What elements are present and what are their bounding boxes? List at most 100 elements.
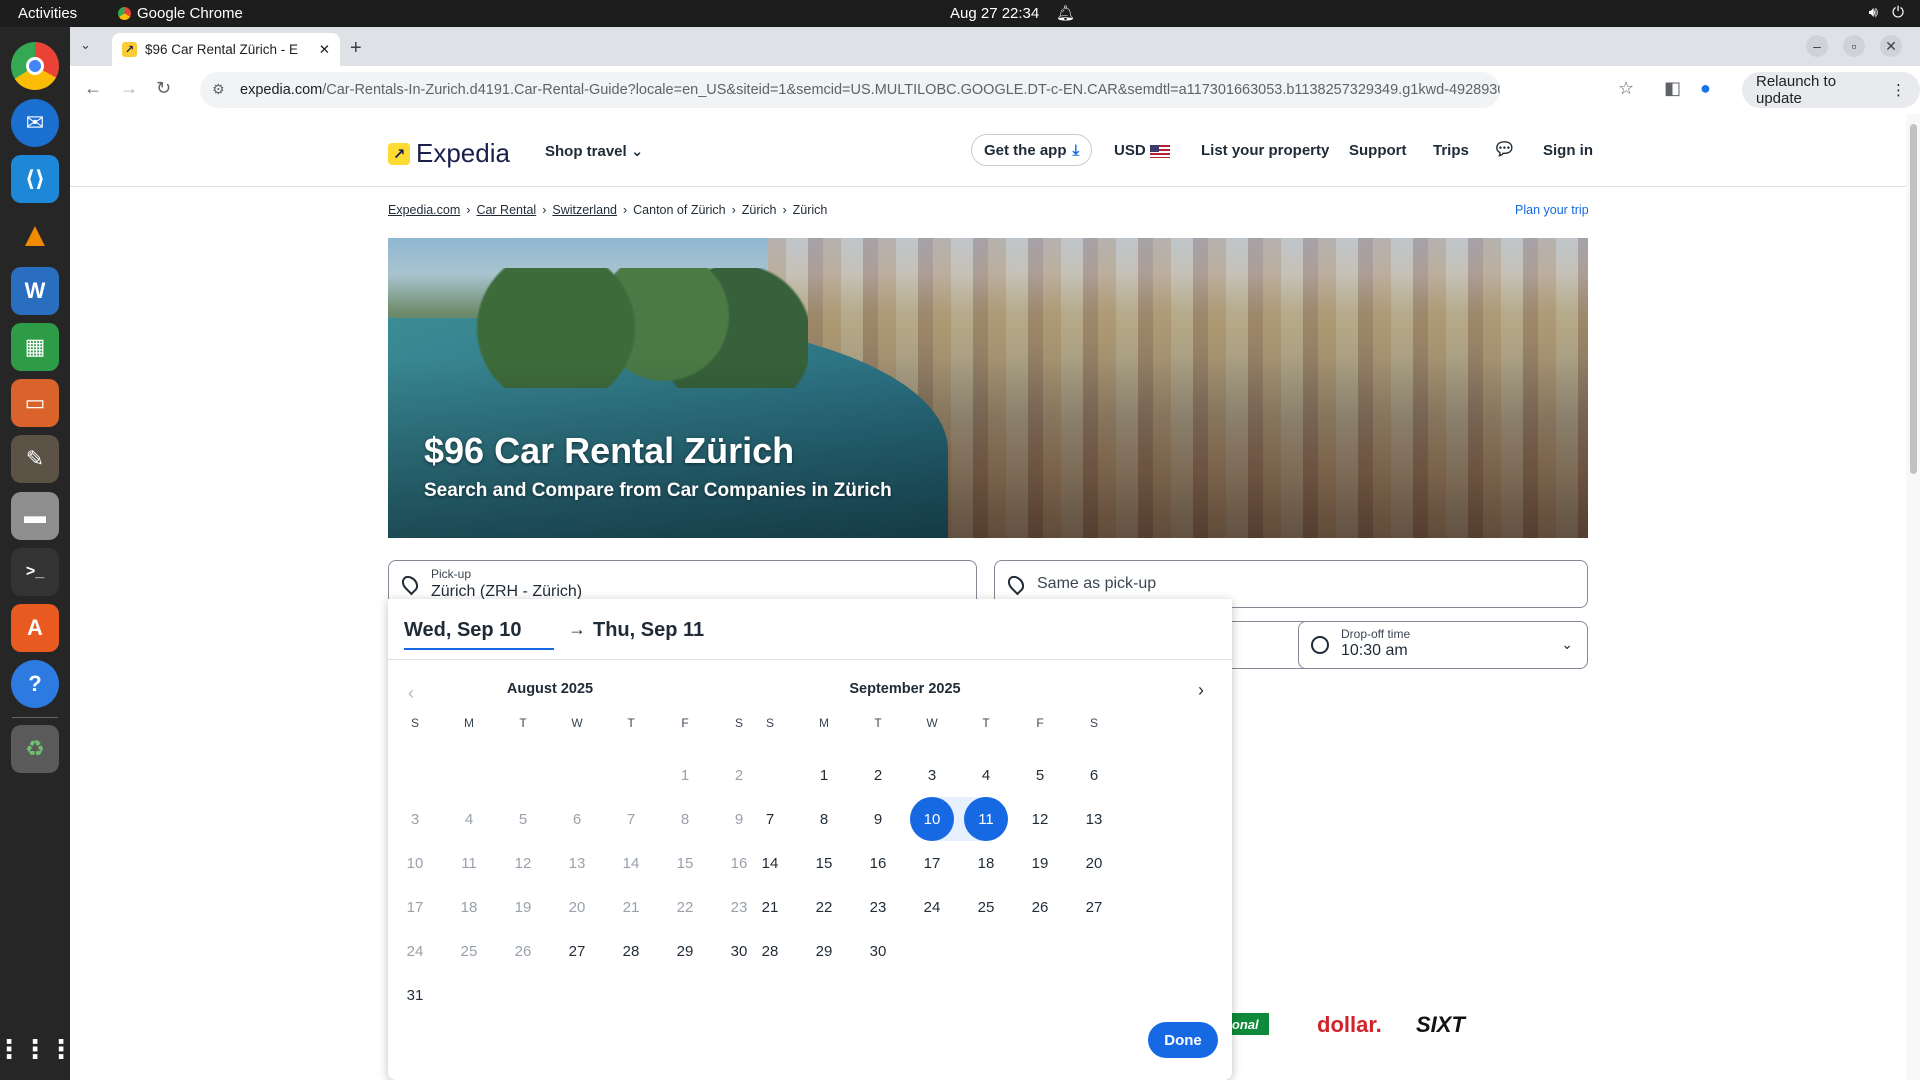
bookmark-star-icon[interactable]: ☆ [1618, 78, 1634, 99]
gimp-dock-icon[interactable]: ✎ [11, 435, 59, 483]
thunderbird-dock-icon[interactable]: ✉ [11, 99, 59, 147]
list-property-link[interactable]: List your property [1201, 142, 1329, 159]
terminal-dock-icon[interactable]: >_ [11, 548, 59, 596]
calendar-day[interactable]: 20 [1067, 841, 1121, 885]
calendar-day[interactable]: 9 [851, 797, 905, 841]
active-tab[interactable]: ↗ $96 Car Rental Zürich - E ✕ [112, 33, 340, 66]
forward-icon[interactable]: → [120, 78, 138, 99]
calendar-day: 20 [568, 898, 586, 916]
support-link[interactable]: Support [1349, 142, 1407, 159]
calendar-day[interactable]: 13 [1067, 797, 1121, 841]
apps-grid-icon[interactable]: ⋮⋮⋮ [0, 1025, 74, 1073]
currency-selector[interactable]: USD [1114, 142, 1170, 159]
site-info-icon[interactable]: ⚙ [212, 81, 225, 98]
get-the-app-button[interactable]: Get the app ⤓ [971, 134, 1093, 166]
calendar-day[interactable]: 28 [743, 929, 797, 973]
calc-dock-icon[interactable]: ▦ [11, 323, 59, 371]
calendar-day[interactable]: 12 [1013, 797, 1067, 841]
shop-travel-menu[interactable]: Shop travel ⌄ [545, 142, 643, 160]
calendar-day[interactable]: 11 [959, 797, 1013, 841]
month-title: September 2025 [849, 681, 961, 697]
chrome-dock-icon[interactable] [11, 42, 59, 90]
profile-icon[interactable]: ● [1700, 78, 1711, 99]
sign-in-link[interactable]: Sign in [1543, 142, 1593, 159]
calendar-day[interactable]: 29 [658, 929, 712, 973]
clock[interactable]: Aug 27 22:34 [950, 5, 1039, 22]
calendar-day[interactable]: 8 [797, 797, 851, 841]
calendar-day[interactable]: 19 [1013, 841, 1067, 885]
address-bar[interactable]: ⚙ expedia.com/Car-Rentals-In-Zurich.d419… [200, 72, 1500, 108]
tab-search-icon[interactable]: ⌄ [80, 37, 91, 53]
calendar-day[interactable]: 18 [959, 841, 1013, 885]
relaunch-button[interactable]: Relaunch to update ⋮ [1742, 72, 1920, 108]
calendar-day[interactable]: 25 [959, 885, 1013, 929]
calendar-day[interactable]: 10 [905, 797, 959, 841]
calendar-day[interactable]: 29 [797, 929, 851, 973]
calendar-day[interactable]: 3 [905, 753, 959, 797]
calendar-day[interactable]: 31 [388, 973, 442, 1017]
reload-icon[interactable]: ↻ [156, 78, 171, 99]
dropoff-time-field[interactable]: Drop-off time 10:30 am ⌄ [1298, 621, 1588, 669]
calendar-day[interactable]: 16 [851, 841, 905, 885]
plan-your-trip-link[interactable]: Plan your trip [1515, 203, 1589, 217]
calendar-day: 17 [406, 898, 424, 916]
calendar-day[interactable]: 30 [851, 929, 905, 973]
month-grid: S M T W T F S 1 2 3 4 5 6 7 8 9 10 11 12 13 14 15 16 17 18 19 20 21… [388, 709, 748, 1017]
scrollbar-thumb[interactable] [1910, 124, 1917, 474]
calendar-day[interactable]: 7 [743, 797, 797, 841]
calendar-day[interactable]: 6 [1067, 753, 1121, 797]
system-tray[interactable]: 🔊︎ ⏻ [1869, 4, 1904, 21]
software-dock-icon[interactable]: A [11, 604, 59, 652]
maximize-icon[interactable]: ▫ [1843, 35, 1865, 57]
minimize-icon[interactable]: – [1806, 35, 1828, 57]
done-button[interactable]: Done [1148, 1022, 1218, 1058]
vlc-dock-icon[interactable]: ▲ [11, 211, 59, 259]
calendar-day[interactable]: 21 [743, 885, 797, 929]
calendar-day[interactable]: 4 [959, 753, 1013, 797]
calendar-day: 6 [572, 810, 582, 828]
vscode-dock-icon[interactable]: ⟨⟩ [11, 155, 59, 203]
calendar-day[interactable]: 14 [743, 841, 797, 885]
trips-link[interactable]: Trips [1433, 142, 1469, 159]
end-date[interactable]: Thu, Sep 11 [593, 619, 704, 642]
empty-day-cell [743, 753, 797, 797]
start-date[interactable]: Wed, Sep 10 [404, 619, 554, 650]
back-icon[interactable]: ← [84, 78, 102, 99]
expedia-logo[interactable]: ↗ Expedia [388, 138, 510, 169]
calendar-day[interactable]: 27 [550, 929, 604, 973]
messages-icon[interactable]: 💬︎ [1493, 139, 1516, 160]
calendar-day[interactable]: 27 [1067, 885, 1121, 929]
weekday-header: W [571, 716, 583, 730]
calendar-day[interactable]: 1 [797, 753, 851, 797]
side-panel-icon[interactable]: ◧ [1664, 78, 1681, 99]
next-month-icon[interactable]: › [1186, 675, 1216, 705]
calendar-day[interactable]: 15 [797, 841, 851, 885]
app-menu[interactable]: Google Chrome [118, 5, 243, 22]
calendar-day: 26 [514, 942, 532, 960]
activities-button[interactable]: Activities [18, 5, 77, 22]
impress-dock-icon[interactable]: ▭ [11, 379, 59, 427]
breadcrumb-switzerland[interactable]: Switzerland [552, 203, 617, 217]
calendar-day[interactable]: 28 [604, 929, 658, 973]
calendar-day[interactable]: 5 [1013, 753, 1067, 797]
weekday-header: S [765, 716, 774, 730]
breadcrumb-car-rental[interactable]: Car Rental [476, 203, 536, 217]
calendar-day[interactable]: 22 [797, 885, 851, 929]
help-dock-icon[interactable]: ? [11, 660, 59, 708]
calendar-day[interactable]: 2 [851, 753, 905, 797]
calendar-day[interactable]: 23 [851, 885, 905, 929]
files-dock-icon[interactable]: ▬ [11, 492, 59, 540]
writer-dock-icon[interactable]: W [11, 267, 59, 315]
breadcrumb-expedia[interactable]: Expedia.com [388, 203, 460, 217]
tab-close-icon[interactable]: ✕ [319, 42, 330, 58]
arrow-right-icon: → [568, 619, 586, 639]
calendar-day[interactable]: 24 [905, 885, 959, 929]
calendar-day[interactable]: 26 [1013, 885, 1067, 929]
new-tab-button[interactable]: + [350, 37, 362, 60]
calendar-day[interactable]: 17 [905, 841, 959, 885]
dock: ✉ ⟨⟩ ▲ W ▦ ▭ ✎ ▬ >_ A ? ♻ ⋮⋮⋮ [0, 27, 74, 1080]
close-window-icon[interactable]: ✕ [1880, 35, 1902, 57]
web-page: ↗ Expedia Shop travel ⌄ Get the app ⤓ US… [70, 114, 1906, 1080]
trash-dock-icon[interactable]: ♻ [11, 725, 59, 773]
page-scrollbar[interactable] [1906, 114, 1920, 1080]
